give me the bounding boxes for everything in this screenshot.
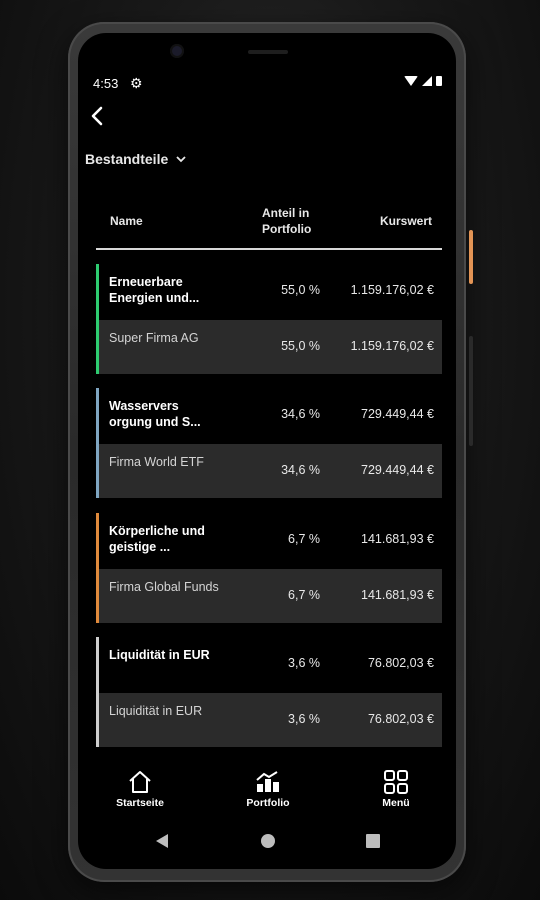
holding-share: 34,6 %: [281, 463, 320, 477]
holding-group: Körperliche und geistige ... 6,7 % 141.6…: [96, 513, 442, 623]
battery-icon: [436, 76, 442, 86]
status-bar: 4:53 ⚙: [78, 73, 456, 93]
category-value: 76.802,03 €: [367, 656, 434, 670]
power-button: [469, 230, 473, 284]
back-arrow-icon[interactable]: [90, 105, 114, 133]
category-row[interactable]: Erneuerbare Energien und... 55,0 % 1.159…: [99, 264, 442, 318]
nav-item-menu[interactable]: Menü: [356, 769, 436, 809]
portfolio-chart-icon: [228, 769, 308, 795]
app-screen: 4:53 ⚙ Bestandteile Name Anteil in Portf…: [78, 33, 456, 869]
volume-button: [469, 336, 473, 446]
category-share: 3,6 %: [288, 656, 320, 670]
section-dropdown[interactable]: Bestandteile: [85, 151, 186, 167]
gear-icon: ⚙: [130, 75, 143, 91]
holding-value: 1.159.176,02 €: [350, 339, 434, 353]
chevron-down-icon: [176, 155, 186, 162]
holding-row[interactable]: Firma Global Funds 6,7 % 141.681,93 €: [99, 569, 442, 623]
holding-group: Wasservers orgung und S... 34,6 % 729.44…: [96, 388, 442, 498]
category-share: 6,7 %: [288, 532, 320, 546]
nav-item-startseite[interactable]: Startseite: [100, 769, 180, 809]
earpiece-speaker: [248, 50, 288, 54]
category-row[interactable]: Liquidität in EUR 3,6 % 76.802,03 €: [99, 637, 442, 691]
nav-label: Portfolio: [246, 797, 290, 809]
circle-home-icon[interactable]: [260, 833, 276, 849]
nav-label: Startseite: [116, 797, 164, 809]
category-name: Wasservers orgung und S...: [109, 399, 201, 429]
holding-name: Super Firma AG: [109, 331, 199, 345]
table-header-divider: [96, 248, 442, 250]
triangle-back-icon[interactable]: [155, 833, 169, 849]
signal-icon: [422, 76, 432, 86]
category-row[interactable]: Wasservers orgung und S... 34,6 % 729.44…: [99, 388, 442, 442]
category-value: 1.159.176,02 €: [350, 283, 434, 297]
category-share: 34,6 %: [281, 407, 320, 421]
category-name: Körperliche und geistige ...: [109, 524, 205, 554]
system-navigation-bar: [78, 829, 456, 853]
holding-group: Liquidität in EUR 3,6 % 76.802,03 € Liqu…: [96, 637, 442, 747]
category-value: 141.681,93 €: [361, 532, 434, 546]
holding-group: Erneuerbare Energien und... 55,0 % 1.159…: [96, 264, 442, 374]
square-recents-icon[interactable]: [366, 833, 380, 849]
status-icons: [404, 76, 442, 86]
status-time: 4:53: [93, 76, 119, 91]
holding-name: Firma World ETF: [109, 455, 204, 469]
home-icon: [100, 769, 180, 795]
column-header-share: Anteil in Portfolio: [262, 206, 312, 236]
holding-share: 3,6 %: [288, 712, 320, 726]
wifi-icon: [404, 76, 418, 86]
bottom-navigation: Startseite Portfolio Menü: [78, 761, 456, 821]
holding-row[interactable]: Super Firma AG 55,0 % 1.159.176,02 €: [99, 320, 442, 374]
category-value: 729.449,44 €: [361, 407, 434, 421]
holding-row[interactable]: Liquidität in EUR 3,6 % 76.802,03 €: [99, 693, 442, 747]
holding-value: 76.802,03 €: [367, 712, 434, 726]
holding-name: Firma Global Funds: [109, 580, 219, 594]
holding-share: 55,0 %: [281, 339, 320, 353]
column-header-name: Name: [110, 214, 143, 228]
category-row[interactable]: Körperliche und geistige ... 6,7 % 141.6…: [99, 513, 442, 567]
holding-share: 6,7 %: [288, 588, 320, 602]
category-name: Liquidität in EUR: [109, 648, 210, 662]
holding-value: 141.681,93 €: [361, 588, 434, 602]
table-header: Name Anteil in Portfolio Kurswert: [96, 205, 442, 245]
holding-name: Liquidität in EUR: [109, 704, 203, 718]
category-share: 55,0 %: [281, 283, 320, 297]
holding-value: 729.449,44 €: [361, 463, 434, 477]
front-camera: [170, 44, 184, 58]
category-name: Erneuerbare Energien und...: [109, 275, 200, 305]
nav-item-portfolio[interactable]: Portfolio: [228, 769, 308, 809]
holding-row[interactable]: Firma World ETF 34,6 % 729.449,44 €: [99, 444, 442, 498]
column-header-value: Kurswert: [379, 214, 432, 228]
section-title: Bestandteile: [85, 151, 169, 167]
grid-menu-icon: [356, 769, 436, 795]
nav-label: Menü: [382, 797, 410, 809]
